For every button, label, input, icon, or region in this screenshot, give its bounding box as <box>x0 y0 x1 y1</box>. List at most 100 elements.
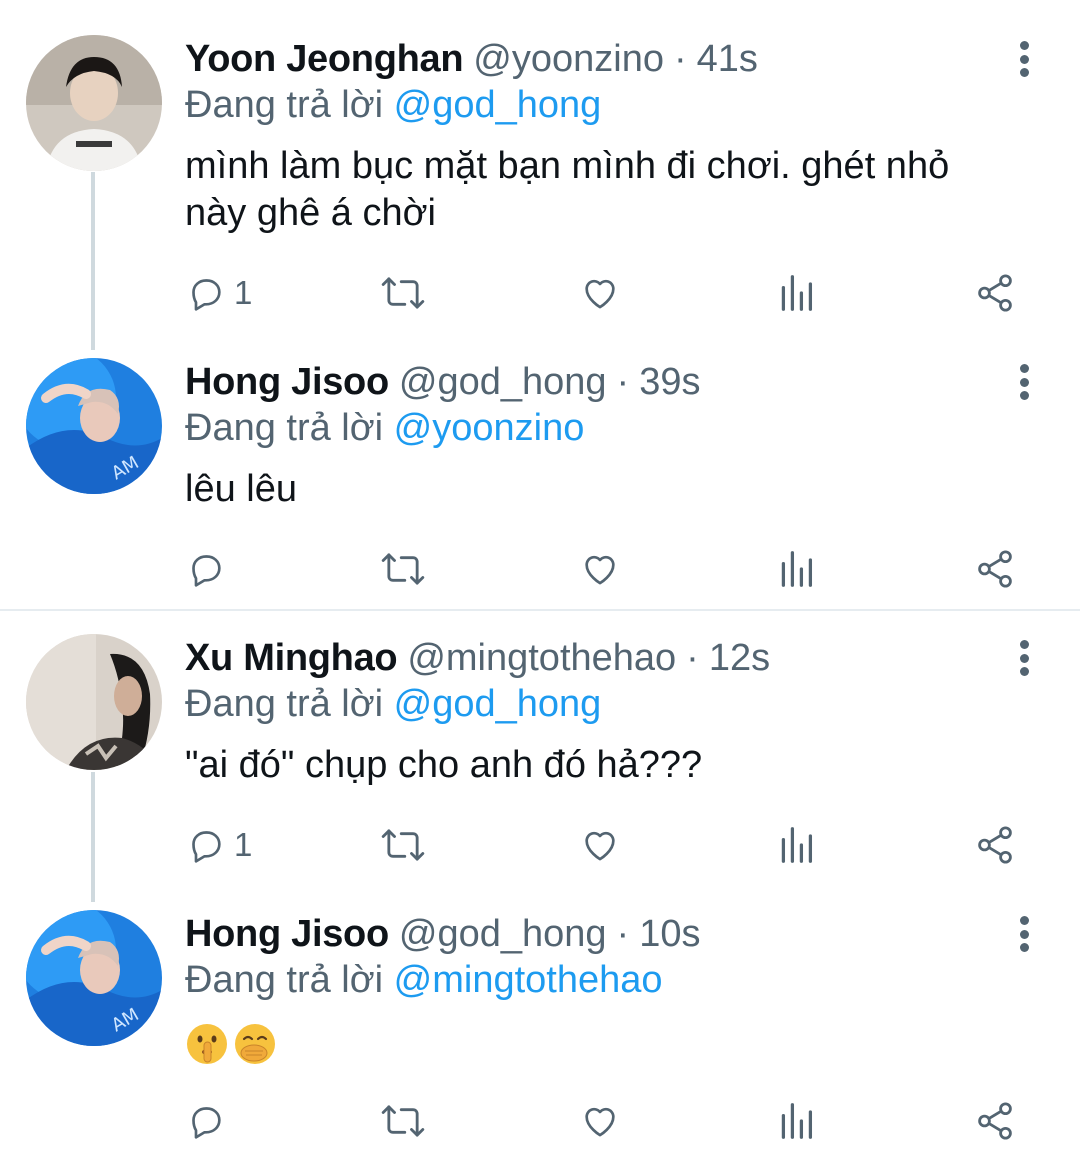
mention-link[interactable]: @yoonzino <box>394 407 585 449</box>
tweet-header: Yoon Jeonghan @yoonzino · 41s <box>185 35 758 83</box>
analytics-button[interactable] <box>778 268 814 318</box>
avatar-image <box>26 634 162 770</box>
shushing-face-emoji <box>187 1024 227 1064</box>
tweet-text: mình làm bục mặt bạn mình đi chơi. ghét … <box>185 143 1025 237</box>
tweet[interactable]: AM Hong Jisoo @god_hong · 39s Đang trả l… <box>0 358 1080 608</box>
replying-to-label: Đang trả lời <box>185 84 384 126</box>
user-handle[interactable]: @yoonzino <box>473 35 664 83</box>
emoji-row <box>185 1022 1025 1066</box>
user-handle[interactable]: @mingtothehao <box>407 634 676 682</box>
avatar[interactable]: AM <box>26 358 162 494</box>
retweet-icon <box>381 553 425 585</box>
replying-to-label: Đang trả lời <box>185 959 384 1001</box>
replying-to-label: Đang trả lời <box>185 407 384 449</box>
like-button[interactable] <box>580 268 620 318</box>
display-name[interactable]: Xu Minghao <box>185 634 398 682</box>
like-icon <box>585 831 615 861</box>
like-button[interactable] <box>580 1096 620 1146</box>
retweet-button[interactable] <box>380 820 426 870</box>
analytics-icon <box>781 551 813 587</box>
face-with-hand-over-mouth-emoji <box>235 1024 275 1064</box>
display-name[interactable]: Yoon Jeonghan <box>185 35 464 83</box>
action-bar: 1 <box>0 820 1080 870</box>
replying-to: Đang trả lời @god_hong <box>185 680 601 728</box>
retweet-icon <box>381 277 425 309</box>
more-options-button[interactable] <box>1006 914 1042 954</box>
like-button[interactable] <box>580 544 620 594</box>
tweet-header: Hong Jisoo @god_hong · 39s <box>185 358 700 406</box>
retweet-icon <box>381 1105 425 1137</box>
analytics-button[interactable] <box>778 544 814 594</box>
reply-icon <box>192 831 221 863</box>
like-button[interactable] <box>580 820 620 870</box>
share-button[interactable] <box>974 820 1016 870</box>
analytics-button[interactable] <box>778 1096 814 1146</box>
separator-dot: · <box>686 637 699 679</box>
reply-icon <box>192 279 221 311</box>
timestamp[interactable]: 41s <box>697 35 758 83</box>
tweet-text-line: "ai đó" chụp cho anh đó hả??? <box>185 744 703 786</box>
reply-button[interactable] <box>186 544 234 594</box>
action-bar: 1 <box>0 268 1080 318</box>
analytics-icon <box>781 827 813 863</box>
share-icon <box>978 826 1012 864</box>
retweet-icon <box>381 829 425 861</box>
retweet-button[interactable] <box>380 268 426 318</box>
share-button[interactable] <box>974 268 1016 318</box>
more-vertical-icon <box>1019 640 1029 649</box>
tweet-text: "ai đó" chụp cho anh đó hả??? <box>185 742 1025 789</box>
like-icon <box>585 555 615 585</box>
reply-count: 1 <box>234 274 253 311</box>
more-vertical-icon <box>1019 364 1029 373</box>
share-button[interactable] <box>974 1096 1016 1146</box>
reply-button[interactable]: 1 <box>186 820 252 870</box>
more-options-button[interactable] <box>1006 638 1042 678</box>
share-button[interactable] <box>974 544 1016 594</box>
action-bar <box>0 544 1080 594</box>
tweet[interactable]: AM Hong Jisoo @god_hong · 10s Đang trả l… <box>0 910 1080 1150</box>
display-name[interactable]: Hong Jisoo <box>185 358 389 406</box>
timestamp[interactable]: 39s <box>639 358 700 406</box>
mention-link[interactable]: @mingtothehao <box>394 959 663 1001</box>
analytics-icon <box>781 275 813 311</box>
like-icon <box>585 1107 615 1137</box>
analytics-button[interactable] <box>778 820 814 870</box>
avatar[interactable]: AM <box>26 910 162 1046</box>
conversation-divider <box>0 609 1080 611</box>
more-vertical-icon <box>1019 41 1029 50</box>
retweet-button[interactable] <box>380 1096 426 1146</box>
timestamp[interactable]: 12s <box>709 634 770 682</box>
tweet[interactable]: Xu Minghao @mingtothehao · 12s Đang trả … <box>0 634 1080 884</box>
reply-count: 1 <box>234 826 253 863</box>
replying-to-label: Đang trả lời <box>185 683 384 725</box>
more-options-button[interactable] <box>1006 39 1042 79</box>
more-options-button[interactable] <box>1006 362 1042 402</box>
user-handle[interactable]: @god_hong <box>399 910 607 958</box>
display-name[interactable]: Hong Jisoo <box>185 910 389 958</box>
share-icon <box>978 1102 1012 1140</box>
replying-to: Đang trả lời @yoonzino <box>185 404 584 452</box>
avatar[interactable] <box>26 634 162 770</box>
tweet-text: lêu lêu <box>185 466 1025 513</box>
avatar[interactable] <box>26 35 162 171</box>
mention-link[interactable]: @god_hong <box>394 84 602 126</box>
action-bar <box>0 1096 1080 1146</box>
tweet-text <box>185 1022 1025 1066</box>
user-handle[interactable]: @god_hong <box>399 358 607 406</box>
separator-dot: · <box>673 38 687 80</box>
retweet-button[interactable] <box>380 544 426 594</box>
mention-link[interactable]: @god_hong <box>394 683 602 725</box>
separator-dot: · <box>616 361 630 403</box>
reply-button[interactable] <box>186 1096 234 1146</box>
tweet-header: Hong Jisoo @god_hong · 10s <box>185 910 700 958</box>
tweet[interactable]: Yoon Jeonghan @yoonzino · 41s Đang trả l… <box>0 35 1080 325</box>
reply-icon <box>192 555 221 587</box>
share-icon <box>978 274 1012 312</box>
timestamp[interactable]: 10s <box>639 910 700 958</box>
reply-button[interactable]: 1 <box>186 268 252 318</box>
avatar-image: AM <box>26 910 162 1046</box>
reply-feed: Yoon Jeonghan @yoonzino · 41s Đang trả l… <box>0 0 1080 1161</box>
tweet-text-line: mình làm bục mặt bạn mình đi chơi. ghét … <box>185 145 950 187</box>
more-vertical-icon <box>1019 916 1029 925</box>
replying-to: Đang trả lời @god_hong <box>185 81 601 129</box>
